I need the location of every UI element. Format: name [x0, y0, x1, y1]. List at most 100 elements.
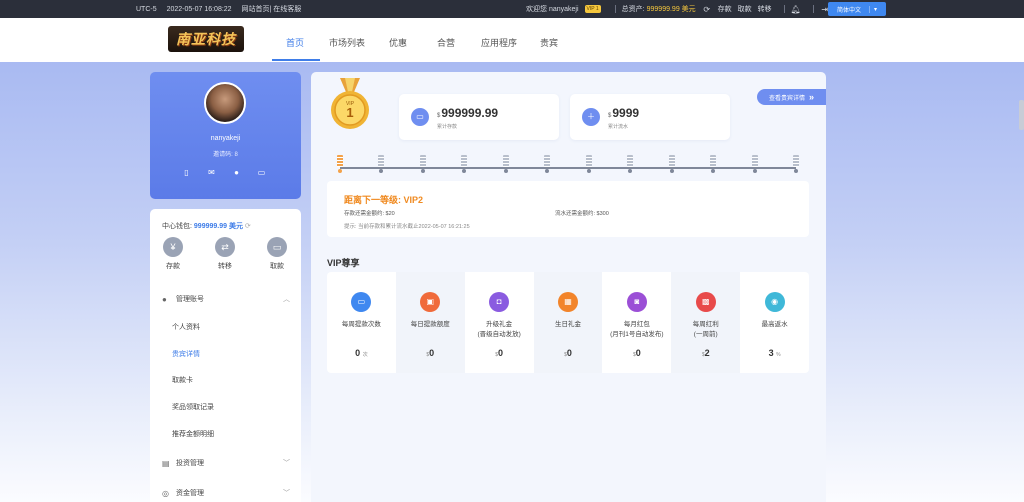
perk-label: 每周提款次数	[341, 321, 381, 328]
top-bar-left: UTC-5 2022-05-07 16:08:22 网站首页| 在线客服	[136, 4, 309, 14]
mail-icon[interactable]: ✉	[207, 168, 216, 177]
perk-value: $2	[701, 348, 710, 358]
menu-item-profile[interactable]: 个人资料	[172, 322, 200, 332]
perk-label: 每月红包 (月刊1号自动发布)	[610, 321, 664, 338]
nav-partners[interactable]: 合营	[437, 36, 455, 49]
refresh-icon[interactable]: ⟳	[702, 5, 712, 14]
vip-perks: ▭ 每周提款次数 0 次 ▣ 每日提款额度 $0 ◘ 升级礼金 (晋级自动发放) $0 ▦ 生日礼…	[327, 272, 809, 373]
menu-item-withdraw-card[interactable]: 取款卡	[172, 375, 193, 385]
level-tick	[502, 155, 510, 173]
invite-code: 邀请码: 8	[213, 152, 238, 158]
deposit-requirement: 存款还需金额约: $20	[344, 211, 395, 217]
language-label: 简体中文	[836, 7, 861, 14]
timezone-label: UTC-5	[136, 6, 157, 13]
top-links[interactable]: 网站首页| 在线客服	[242, 6, 302, 13]
level-tick	[585, 155, 593, 173]
card-icon[interactable]: ▭	[257, 168, 266, 177]
perk-value: 0 次	[355, 348, 368, 358]
menu-funds-label: 资金管理	[176, 490, 204, 497]
deposit-link[interactable]: 存款	[718, 4, 732, 14]
menu-account-header[interactable]: ● 管理账号 ︿	[162, 294, 290, 304]
level-tick	[460, 155, 468, 173]
nav-markets[interactable]: 市场列表	[329, 36, 365, 49]
vip-medal-icon: VIP 1	[331, 78, 369, 129]
perk-item: ◉ 最高返水 3 %	[740, 272, 809, 373]
nav-vip[interactable]: 贵宾	[540, 36, 558, 49]
site-logo[interactable]: 南亚科技	[168, 26, 244, 52]
user-icon[interactable]: ●	[232, 168, 241, 177]
menu-invest-header[interactable]: ▤ 投资管理 ﹀	[162, 458, 290, 468]
menu-item-referral[interactable]: 推荐金额明细	[172, 429, 214, 439]
vip-badge: VIP 1	[584, 5, 601, 13]
card-icon: ▭	[267, 237, 287, 257]
perk-item: ◘ 升级礼金 (晋级自动发放) $0	[465, 272, 534, 373]
chevron-down-icon: ﹀	[283, 460, 290, 467]
phone-icon[interactable]: ▯	[182, 168, 191, 177]
language-select[interactable]: 简体中文 ▾	[828, 2, 886, 16]
deposit-action[interactable]: ¥ 存款	[158, 237, 188, 271]
nav-active-indicator	[272, 59, 320, 61]
level-tick	[626, 155, 634, 173]
perk-item: ▭ 每周提款次数 0 次	[327, 272, 396, 373]
stat-total-turnover-label: 累计流水	[608, 124, 629, 130]
stat-total-turnover-value: $9999	[608, 106, 640, 120]
perk-label: 每日提款额度	[410, 321, 450, 328]
level-tick	[668, 155, 676, 173]
nav-promotions[interactable]: 优惠	[389, 36, 407, 49]
divider	[614, 5, 616, 13]
menu-item-prize-records[interactable]: 奖品领取记录	[172, 402, 214, 412]
profile-card: nanyakeji 邀请码: 8 ▯ ✉ ● ▭	[150, 72, 301, 199]
level-tick	[709, 155, 717, 173]
double-chevron-right-icon: »	[809, 92, 815, 102]
vip-details-button[interactable]: 查看贵宾详情»	[757, 89, 826, 105]
wallet-icon: ▭	[411, 108, 429, 126]
assets-label: 总资产:	[621, 6, 645, 13]
wallet-balance: 中心钱包: 999999.99 美元 ⟳	[162, 221, 251, 231]
perk-label: 生日礼金	[555, 321, 581, 328]
withdraw-link[interactable]: 取款	[738, 4, 752, 14]
menu-account-label: 管理账号	[176, 296, 204, 303]
tip-text: 提示: 当前存款和累计流水截止2022-05-07 16:21:25	[344, 224, 470, 230]
perk-value: 3 %	[768, 348, 781, 358]
plus-box-icon: ＋	[582, 108, 600, 126]
upgrade-title: 距离下一等级: VIP2	[344, 195, 424, 205]
chevron-down-icon: ﹀	[283, 490, 290, 497]
refresh-icon[interactable]: ⟳	[245, 223, 251, 230]
nav-apps[interactable]: 应用程序	[481, 36, 517, 49]
nav-home[interactable]: 首页	[286, 36, 304, 49]
transfer-action[interactable]: ⇄ 转移	[210, 237, 240, 271]
perk-value: $0	[426, 348, 435, 358]
level-tick	[792, 155, 800, 173]
chevron-up-icon: ︿	[283, 296, 290, 303]
welcome-text: 欢迎您 nanyakeji	[526, 6, 579, 13]
top-bar: UTC-5 2022-05-07 16:08:22 网站首页| 在线客服 欢迎您…	[0, 0, 1024, 18]
datetime-label: 2022-05-07 16:08:22	[166, 6, 232, 13]
perk-value: $0	[495, 348, 504, 358]
percent-icon: ◉	[764, 292, 785, 312]
perk-label: 升级礼金 (晋级自动发放)	[477, 321, 521, 338]
stat-total-deposit: ▭ $999999.99 累计存款	[399, 94, 559, 140]
wallet-label: 中心钱包:	[162, 223, 192, 230]
stat-total-deposit-label: 累计存款	[437, 124, 458, 130]
perk-item: ◙ 每月红包 (月刊1号自动发布) $0	[602, 272, 671, 373]
envelope-icon: ◙	[626, 292, 647, 312]
level-tick	[377, 155, 385, 173]
level-tick	[419, 155, 427, 173]
menu-invest-label: 投资管理	[176, 460, 204, 467]
stat-total-deposit-value: $999999.99	[437, 106, 499, 120]
level-tick	[336, 155, 344, 173]
bell-icon[interactable]: 🔔︎	[791, 5, 801, 14]
calendar-icon: ▤	[162, 458, 170, 468]
avatar	[204, 82, 246, 124]
level-tick	[751, 155, 759, 173]
divider	[812, 5, 814, 13]
sidebar: 中心钱包: 999999.99 美元 ⟳ ¥ 存款 ⇄ 转移 ▭ 取款 ● 管理…	[150, 209, 301, 502]
menu-funds-header[interactable]: ◎ 资金管理 ﹀	[162, 488, 290, 498]
level-progress-track	[340, 167, 796, 169]
menu-item-vip-details[interactable]: 贵宾详情	[172, 349, 200, 359]
box-icon: ▣	[420, 292, 441, 312]
scrollbar-thumb[interactable]	[1019, 100, 1024, 130]
transfer-link[interactable]: 转移	[758, 4, 772, 14]
vip-panel: VIP 1 ▭ $999999.99 累计存款 ＋ $9999 累计流水 查看贵…	[311, 72, 826, 502]
withdraw-action[interactable]: ▭ 取款	[262, 237, 292, 271]
